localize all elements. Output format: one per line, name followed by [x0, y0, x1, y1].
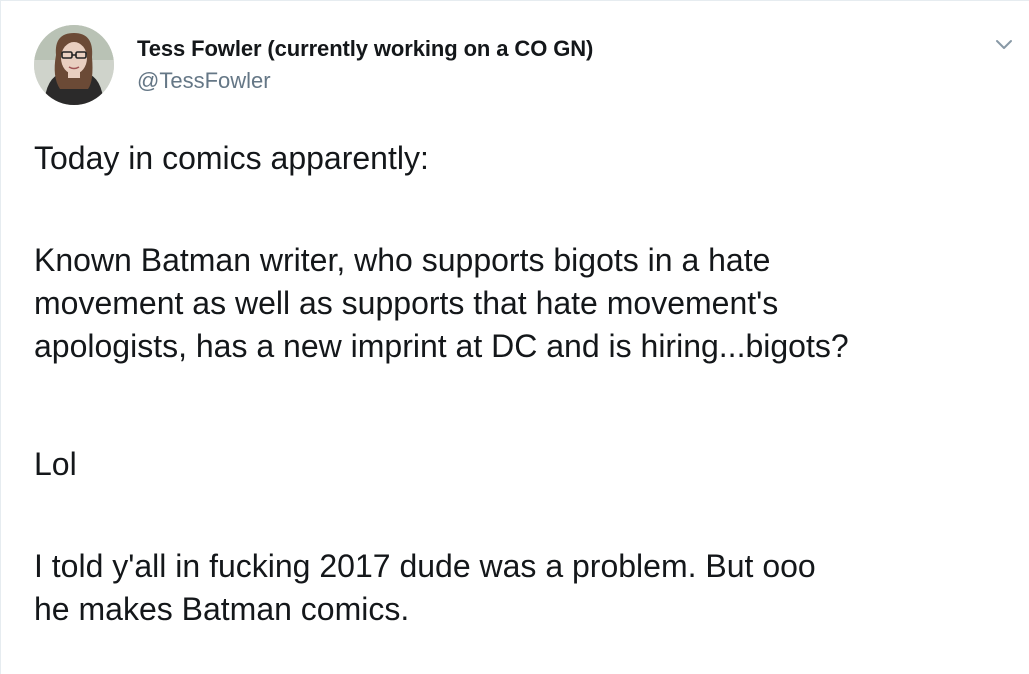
profile-photo-icon: [34, 25, 114, 105]
avatar[interactable]: [34, 25, 114, 105]
tweet-header: Tess Fowler (currently working on a CO G…: [1, 1, 1029, 121]
author-display-name[interactable]: Tess Fowler (currently working on a CO G…: [137, 36, 593, 62]
chevron-down-icon[interactable]: [989, 34, 1019, 56]
tweet-card: Tess Fowler (currently working on a CO G…: [0, 0, 1029, 674]
tweet-paragraph: Today in comics apparently:: [34, 140, 429, 176]
tweet-paragraph: Known Batman writer, who supports bigots…: [34, 242, 849, 364]
author-handle[interactable]: @TessFowler: [137, 68, 271, 94]
tweet-paragraph: I told y'all in fucking 2017 dude was a …: [34, 548, 816, 627]
tweet-paragraph: Lol: [34, 446, 77, 482]
